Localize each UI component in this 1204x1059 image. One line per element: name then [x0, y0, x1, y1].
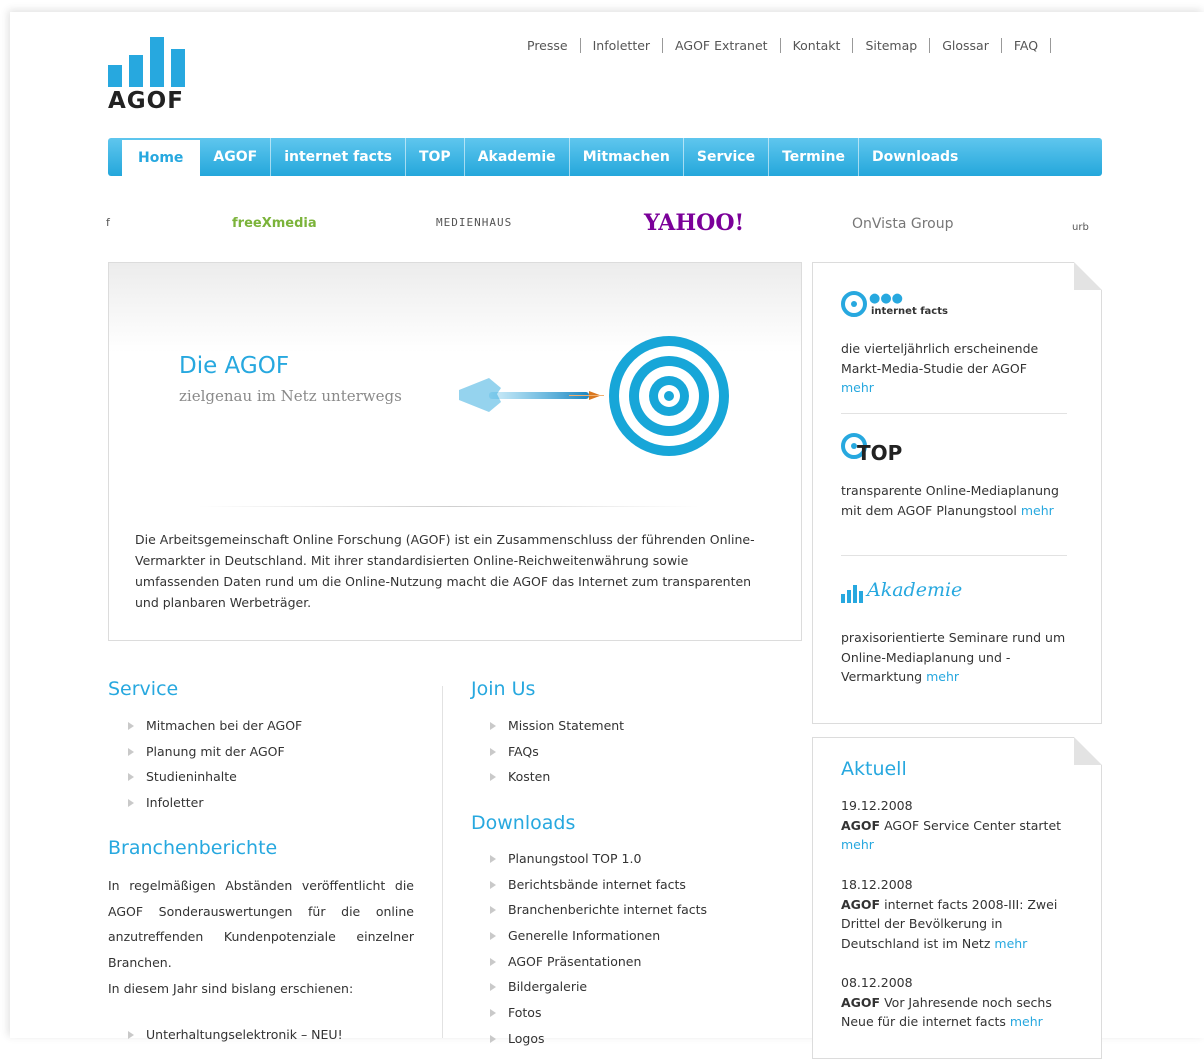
service-list: Mitmachen bei der AGOF Planung mit der A… [126, 713, 302, 816]
partner-logo-freexmedia[interactable]: freeXmedia [232, 216, 317, 231]
akademie-more-link[interactable]: mehr [926, 669, 959, 684]
hero-box: Die AGOF zielgenau im Netz unterwegs Die… [108, 262, 802, 641]
internet-facts-dots: ●●● [869, 291, 904, 306]
hero-subtitle: zielgenau im Netz unterwegs [179, 387, 402, 405]
strip-fragment-right: urb [1072, 222, 1089, 233]
branchenberichte-text: In regelmäßigen Abständen veröffentlicht… [108, 873, 414, 1002]
download-link[interactable]: Berichtsbände internet facts [488, 872, 707, 898]
top-more-link[interactable]: mehr [1021, 503, 1054, 518]
news-item: 08.12.2008 AGOF Vor Jahresende noch sechs… [841, 973, 1076, 1032]
partner-logo-medienhaus[interactable]: MEDIENHAUS [436, 216, 512, 229]
news-more-link[interactable]: mehr [841, 837, 874, 852]
top-link-kontakt[interactable]: Kontakt [781, 38, 854, 53]
internet-facts-logo-icon[interactable] [841, 289, 867, 319]
news-text: AGOF Service Center startet [884, 817, 1062, 833]
top-link-faq[interactable]: FAQ [1002, 38, 1052, 53]
news-source: AGOF [841, 817, 881, 833]
hero-text: Die Arbeitsgemeinschaft Online Forschung… [135, 532, 755, 610]
top-links: Presse Infoletter AGOF Extranet Kontakt … [515, 38, 1052, 53]
aktuell-heading: Aktuell [841, 758, 907, 780]
top-link-sitemap[interactable]: Sitemap [853, 38, 931, 53]
nav-internet-facts[interactable]: internet facts [271, 138, 406, 176]
join-us-list: Mission Statement FAQs Kosten [488, 713, 624, 790]
news-source: AGOF [841, 896, 881, 912]
nav-home[interactable]: Home [122, 140, 201, 176]
internet-facts-logo[interactable]: internet facts [871, 306, 948, 317]
column-divider [442, 686, 443, 1038]
service-heading: Service [108, 678, 179, 700]
aktuell-box: Aktuell 19.12.2008 AGOF AGOF Service Cent… [812, 737, 1102, 1059]
nav-agof[interactable]: AGOF [200, 138, 272, 176]
logo-text[interactable]: AGOF [108, 88, 184, 114]
hero-title: Die AGOF [179, 353, 290, 379]
service-link[interactable]: Planung mit der AGOF [126, 739, 302, 765]
download-link[interactable]: AGOF Präsentationen [488, 949, 707, 975]
join-us-link[interactable]: Kosten [488, 764, 624, 790]
partner-logo-yahoo[interactable]: YAHOO! [644, 210, 744, 236]
service-link[interactable]: Studieninhalte [126, 764, 302, 790]
top-link-presse[interactable]: Presse [515, 38, 581, 53]
join-us-link[interactable]: Mission Statement [488, 713, 624, 739]
download-link[interactable]: Planungstool TOP 1.0 [488, 846, 707, 872]
branchenberichte-intro-2: In diesem Jahr sind bislang erschienen: [108, 980, 354, 996]
strip-fragment-left: f [106, 216, 110, 229]
branchenberichte-list: Unterhaltungselektronik – NEU! [126, 1022, 343, 1048]
nav-termine[interactable]: Termine [769, 138, 860, 176]
downloads-heading: Downloads [471, 812, 576, 834]
branchenberichte-intro: In regelmäßigen Abständen veröffentlicht… [108, 878, 414, 971]
hero-divider [199, 506, 699, 507]
news-item: 18.12.2008 AGOF internet facts 2008-III: … [841, 875, 1076, 953]
news-date: 18.12.2008 [841, 877, 913, 892]
download-link[interactable]: Fotos [488, 1000, 707, 1026]
download-link[interactable]: Logos [488, 1026, 707, 1052]
top-text: transparente Online-Mediaplanung mit dem… [841, 481, 1071, 520]
nav-mitmachen[interactable]: Mitmachen [570, 138, 684, 176]
top-link-extranet[interactable]: AGOF Extranet [663, 38, 781, 53]
news-source: AGOF [841, 994, 881, 1010]
nav-top[interactable]: TOP [406, 138, 465, 176]
news-item: 19.12.2008 AGOF AGOF Service Center start… [841, 796, 1076, 855]
nav-akademie[interactable]: Akademie [465, 138, 570, 176]
corner-fold [1074, 262, 1102, 290]
internet-facts-text: die vierteljährlich erscheinende Markt-M… [841, 339, 1071, 398]
sidebar-separator [841, 555, 1067, 556]
news-date: 08.12.2008 [841, 975, 913, 990]
service-link[interactable]: Mitmachen bei der AGOF [126, 713, 302, 739]
branchenbericht-link[interactable]: Unterhaltungselektronik – NEU! [126, 1022, 343, 1048]
top-logo[interactable]: TOP [857, 441, 902, 465]
download-link[interactable]: Bildergalerie [488, 974, 707, 1000]
agof-logo-icon[interactable] [108, 37, 186, 87]
top-link-infoletter[interactable]: Infoletter [581, 38, 664, 53]
news-more-link[interactable]: mehr [994, 936, 1027, 951]
news-more-link[interactable]: mehr [1010, 1014, 1043, 1029]
internet-facts-more-link[interactable]: mehr [841, 380, 874, 395]
sidebar-products-box: ●●● internet facts die vierteljährlich e… [812, 262, 1102, 724]
branchenberichte-heading: Branchenberichte [108, 837, 278, 859]
service-link[interactable]: Infoletter [126, 790, 302, 816]
nav-service[interactable]: Service [684, 138, 770, 176]
akademie-text: praxisorientierte Seminare rund um Onlin… [841, 628, 1081, 687]
join-us-heading: Join Us [471, 678, 536, 700]
internet-facts-description: die vierteljährlich erscheinende Markt-M… [841, 341, 1039, 376]
nav-downloads[interactable]: Downloads [859, 138, 971, 176]
news-date: 19.12.2008 [841, 798, 913, 813]
download-link[interactable]: Branchenberichte internet facts [488, 897, 707, 923]
corner-fold [1074, 737, 1102, 765]
sidebar-separator [841, 413, 1067, 414]
dart-target-illustration [459, 336, 729, 456]
top-link-glossar[interactable]: Glossar [930, 38, 1002, 53]
download-link[interactable]: Generelle Informationen [488, 923, 707, 949]
join-us-link[interactable]: FAQs [488, 739, 624, 765]
main-nav: Home AGOF internet facts TOP Akademie Mi… [108, 138, 1102, 176]
akademie-logo[interactable]: Akademie [867, 579, 962, 601]
partner-logo-onvista[interactable]: OnVista Group [852, 216, 954, 232]
akademie-bars-icon[interactable] [841, 585, 863, 603]
downloads-list: Planungstool TOP 1.0 Berichtsbände inter… [488, 846, 707, 1052]
